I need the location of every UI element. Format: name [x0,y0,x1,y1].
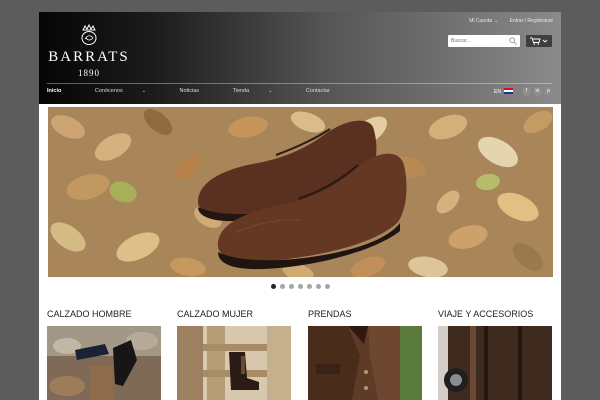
category-image-prendas[interactable] [308,326,422,400]
leather-jacket-photo [308,326,422,400]
category-image-calzado-hombre[interactable] [47,326,161,400]
cart-icon [530,37,548,45]
barrats-logo[interactable]: BARRATS 1890 [47,24,131,80]
nav-item-label: Contactar [305,88,330,94]
men-shoes-photo [47,326,161,400]
pinterest-icon[interactable]: p [544,87,553,96]
nav-item-label: Conócenos [94,88,123,94]
chevron-down-icon: ⌄ [268,88,273,94]
page-container: BARRATS 1890 Mi Cuenta ⌄ Entrar / Registr… [39,12,561,400]
category-title-calzado-mujer[interactable]: CALZADO MUJER [177,309,253,319]
category-title-viaje-accesorios[interactable]: VIAJE Y ACCESORIOS [438,309,533,319]
women-boots-photo [177,326,291,400]
search-box [448,35,520,47]
brand-year: 1890 [78,68,100,78]
category-image-calzado-mujer[interactable] [177,326,291,400]
hero-slider-image[interactable] [48,107,553,277]
slider-pagination [39,284,561,289]
slider-dot[interactable] [324,284,330,289]
hero-shoes-on-leaves-image [48,107,553,277]
travel-bag-photo [438,326,552,400]
search-icon[interactable] [509,37,517,45]
top-links: Mi Cuenta ⌄ Entrar / Registrarse [449,18,553,24]
category-title-calzado-hombre[interactable]: CALZADO HOMBRE [47,309,132,319]
language-selector[interactable]: EN [494,89,501,95]
nav-divider [47,83,552,84]
nav-item-label: Tienda [232,88,250,94]
slider-dot[interactable] [306,284,312,289]
chevron-down-icon: ⌄ [494,18,499,24]
slider-dot[interactable] [315,284,321,289]
login-register-link[interactable]: Entrar / Registrarse [510,18,553,24]
nav-item-tienda[interactable]: Tienda ⌄ [233,88,289,94]
crown-crest-icon [81,24,97,45]
slider-dot[interactable] [297,284,303,289]
cart-button[interactable] [526,35,552,47]
nav-item-contactar[interactable]: Contactar [306,88,346,94]
nav-item-inicio[interactable]: Inicio [47,88,77,94]
facebook-icon[interactable]: f [522,87,531,96]
my-account-link[interactable]: Mi Cuenta ⌄ [459,18,498,24]
uk-flag-icon[interactable] [504,88,513,94]
my-account-label: Mi Cuenta [469,18,493,24]
slider-dot[interactable] [279,284,285,289]
brand-name: BARRATS [48,49,130,65]
slider-dot[interactable] [288,284,294,289]
nav-item-noticias[interactable]: Noticias [179,88,215,94]
main-nav: Inicio Conócenos ⌄ Noticias Tienda ⌄ Conta… [47,88,362,98]
category-image-viaje-accesorios[interactable] [438,326,552,400]
slider-dot[interactable] [270,284,276,289]
nav-item-conocenos[interactable]: Conócenos ⌄ [95,88,162,94]
chevron-down-icon: ⌄ [141,88,146,94]
linkedin-icon[interactable]: in [533,87,542,96]
category-title-prendas[interactable]: PRENDAS [308,309,352,319]
site-header: BARRATS 1890 Mi Cuenta ⌄ Entrar / Registr… [39,12,561,104]
nav-item-label: Inicio [47,88,62,94]
nav-item-label: Noticias [179,88,200,94]
search-input[interactable] [451,36,505,46]
